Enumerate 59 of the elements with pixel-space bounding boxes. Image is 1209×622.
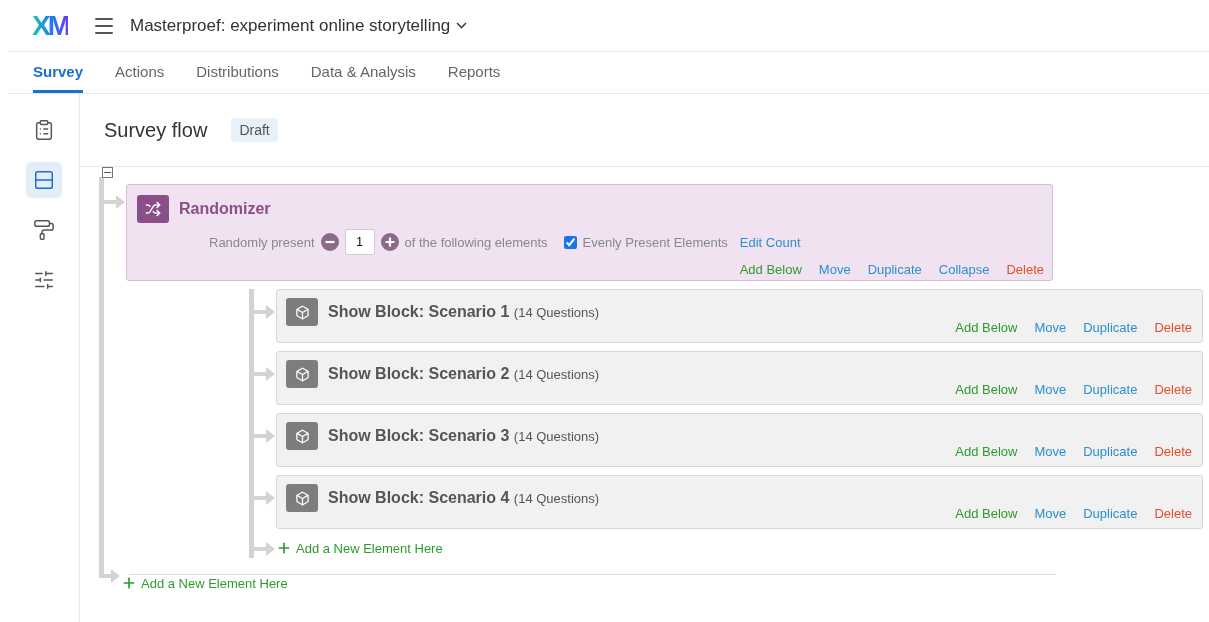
action-link[interactable]: Delete	[1154, 320, 1192, 335]
cube-icon	[286, 360, 318, 388]
flow-icon[interactable]	[25, 162, 62, 198]
action-link[interactable]: Delete	[1154, 382, 1192, 397]
status-badge: Draft	[231, 118, 278, 142]
nav-tab[interactable]: Actions	[115, 52, 165, 93]
action-link[interactable]: Duplicate	[1083, 382, 1138, 397]
plus-icon	[121, 575, 137, 591]
increment-icon[interactable]	[380, 233, 399, 251]
plus-icon	[276, 540, 292, 556]
action-link[interactable]: Add Below	[955, 382, 1018, 397]
chevron-down-icon	[456, 22, 468, 29]
randomizer-label: of the following elements	[404, 234, 548, 250]
collapse-icon[interactable]	[102, 167, 113, 178]
page-title: Survey flow	[104, 118, 208, 142]
nav-tab[interactable]: Survey	[33, 52, 84, 93]
action-link[interactable]: Duplicate	[1083, 320, 1138, 335]
action-link[interactable]: Move	[1034, 382, 1067, 397]
block-title: Show Block: Scenario 1 (14 Questions)	[328, 303, 600, 321]
action-link[interactable]: Add Below	[739, 262, 802, 277]
block-title: Show Block: Scenario 2 (14 Questions)	[328, 365, 600, 383]
action-link[interactable]: Add Below	[955, 320, 1018, 335]
action-link[interactable]: Duplicate	[867, 262, 922, 277]
shuffle-icon	[137, 195, 169, 223]
add-element-link[interactable]: Add a New Element Here	[121, 575, 288, 591]
cube-icon	[286, 298, 318, 326]
connector-arrow-icon	[254, 489, 276, 507]
edit-count-link[interactable]: Edit Count	[739, 234, 801, 250]
randomizer-title: Randomizer	[179, 200, 271, 218]
action-link[interactable]: Delete	[1154, 506, 1192, 521]
block-title: Show Block: Scenario 3 (14 Questions)	[328, 427, 600, 445]
action-link[interactable]: Collapse	[938, 262, 990, 277]
count-field[interactable]: 1	[344, 229, 375, 255]
action-link[interactable]: Delete	[1154, 444, 1192, 459]
action-link[interactable]: Move	[1034, 444, 1067, 459]
nav-tab[interactable]: Reports	[447, 52, 501, 93]
cube-icon	[286, 484, 318, 512]
action-link[interactable]: Delete	[1006, 262, 1044, 277]
randomizer-label: Randomly present	[209, 234, 315, 250]
action-link[interactable]: Move	[818, 262, 851, 277]
block-title: Show Block: Scenario 4 (14 Questions)	[328, 489, 600, 507]
connector-arrow-icon	[254, 303, 276, 321]
nav-tab[interactable]: Data & Analysis	[310, 52, 416, 93]
add-element-link[interactable]: Add a New Element Here	[276, 540, 443, 556]
action-link[interactable]: Move	[1034, 506, 1067, 521]
action-link[interactable]: Duplicate	[1083, 444, 1138, 459]
connector-arrow-icon	[254, 365, 276, 383]
action-link[interactable]: Move	[1034, 320, 1067, 335]
connector-arrow-icon	[254, 427, 276, 445]
nav-tab[interactable]: Distributions	[196, 52, 279, 93]
evenly-checkbox[interactable]	[563, 235, 577, 249]
checkbox-label: Evenly Present Elements	[582, 234, 728, 250]
connector-arrow-icon	[104, 193, 126, 211]
cube-icon	[286, 422, 318, 450]
action-link[interactable]: Add Below	[955, 506, 1018, 521]
action-link[interactable]: Add Below	[955, 444, 1018, 459]
action-link[interactable]: Duplicate	[1083, 506, 1138, 521]
survey-title-dropdown[interactable]: Masterproef: experiment online storytelling	[130, 15, 468, 36]
decrement-icon[interactable]	[320, 233, 339, 251]
